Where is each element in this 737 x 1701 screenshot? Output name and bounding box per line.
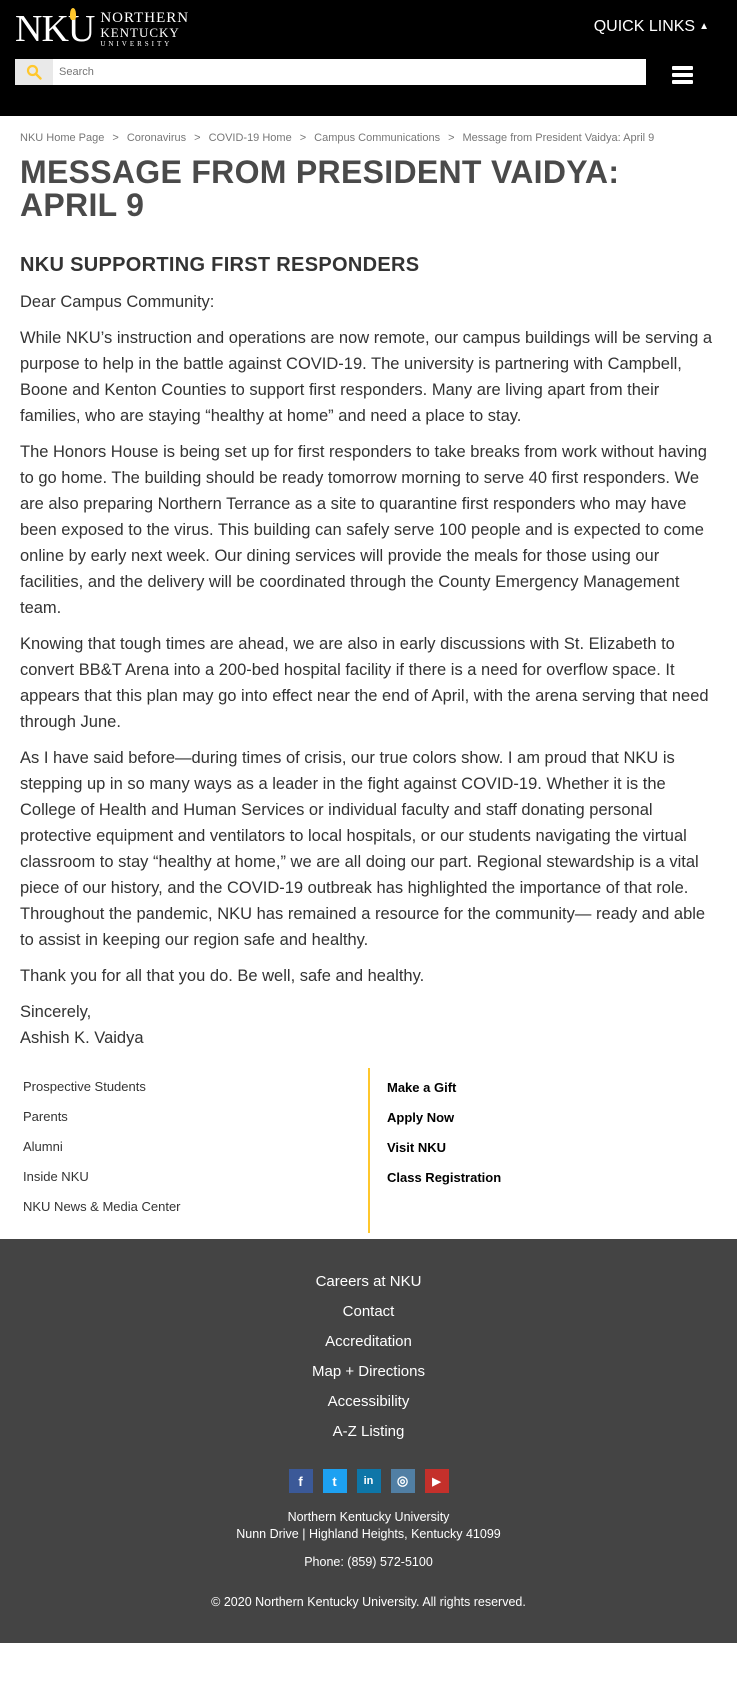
greeting: Dear Campus Community:	[20, 293, 215, 311]
footer-link-accessibility[interactable]: Accessibility	[0, 1387, 737, 1417]
link-parents[interactable]: Parents	[23, 1102, 368, 1132]
logo-mark: NKU	[15, 8, 95, 50]
twitter-icon[interactable]: t	[322, 1469, 347, 1493]
closing: Sincerely,	[20, 1003, 92, 1021]
copyright: © 2020 Northern Kentucky University. All…	[211, 1595, 526, 1609]
paragraph: As I have said before—during times of cr…	[20, 749, 706, 949]
breadcrumb-campus-communications[interactable]: Campus Communications	[314, 132, 440, 144]
phone-number: Phone: (859) 572-5100	[304, 1555, 433, 1569]
breadcrumb-covid-home[interactable]: COVID-19 Home	[209, 132, 292, 144]
breadcrumb-separator: >	[299, 132, 307, 144]
quick-links-button[interactable]: QUICK LINKS ▲	[594, 18, 709, 36]
footer-link-careers[interactable]: Careers at NKU	[0, 1267, 737, 1297]
paragraph: The Honors House is being set up for fir…	[20, 443, 707, 617]
instagram-icon[interactable]: ◎	[390, 1469, 415, 1493]
main-content: MESSAGE FROM PRESIDENT VAIDYA: APRIL 9 N…	[0, 156, 737, 1051]
breadcrumb: NKU Home Page > Coronavirus > COVID-19 H…	[0, 116, 737, 144]
quick-links-label: QUICK LINKS	[593, 18, 696, 35]
address-line: Nunn Drive | Highland Heights, Kentucky …	[236, 1527, 501, 1541]
breadcrumb-separator: >	[194, 132, 201, 144]
logo-wordmark: NORTHERN KENTUCKY UNIVERSITY	[100, 9, 190, 48]
article-subtitle: NKU SUPPORTING FIRST RESPONDERS	[20, 254, 420, 276]
youtube-icon[interactable]: ▶	[424, 1469, 449, 1493]
signature: Ashish K. Vaidya	[20, 1029, 144, 1047]
search-bar	[15, 59, 646, 85]
footer-link-contact[interactable]: Contact	[0, 1297, 737, 1327]
paragraph: Thank you for all that you do. Be well, …	[20, 967, 425, 985]
site-footer: Careers at NKU Contact Accreditation Map…	[0, 1239, 737, 1643]
address: Northern Kentucky University Nunn Drive …	[0, 1509, 737, 1543]
link-alumni[interactable]: Alumni	[23, 1132, 368, 1162]
menu-icon[interactable]	[672, 66, 693, 84]
social-links: f t in ◎ ▶	[0, 1469, 737, 1493]
footer-link-map-directions[interactable]: Map + Directions	[0, 1357, 737, 1387]
site-header: NKU NORTHERN KENTUCKY UNIVERSITY QUICK L…	[0, 0, 737, 116]
footer-link-az-listing[interactable]: A-Z Listing	[0, 1417, 737, 1447]
quick-link-columns: Prospective Students Parents Alumni Insi…	[0, 1068, 737, 1233]
breadcrumb-separator: >	[448, 132, 455, 144]
paragraph: While NKU’s instruction and operations a…	[20, 329, 713, 425]
audience-links: Prospective Students Parents Alumni Insi…	[20, 1068, 368, 1233]
breadcrumb-current[interactable]: Message from President Vaidya: April 9	[463, 132, 655, 144]
link-inside-nku[interactable]: Inside NKU	[23, 1162, 368, 1192]
breadcrumb-coronavirus[interactable]: Coronavirus	[127, 132, 186, 144]
link-prospective-students[interactable]: Prospective Students	[23, 1072, 368, 1102]
address-line: Northern Kentucky University	[287, 1510, 450, 1524]
linkedin-icon[interactable]: in	[356, 1469, 381, 1493]
search-input[interactable]	[53, 60, 646, 84]
page-title: MESSAGE FROM PRESIDENT VAIDYA: APRIL 9	[20, 154, 620, 223]
link-apply-now[interactable]: Apply Now	[387, 1103, 501, 1133]
breadcrumb-separator: >	[112, 132, 119, 144]
link-class-registration[interactable]: Class Registration	[387, 1163, 501, 1193]
action-links: Make a Gift Apply Now Visit NKU Class Re…	[370, 1068, 501, 1233]
footer-link-accreditation[interactable]: Accreditation	[0, 1327, 737, 1357]
flame-icon	[70, 8, 76, 20]
search-icon	[26, 64, 42, 80]
article-body: Dear Campus Community: While NKU’s instr…	[20, 289, 717, 1051]
search-button[interactable]	[15, 59, 53, 85]
nku-logo[interactable]: NKU NORTHERN KENTUCKY UNIVERSITY	[15, 8, 190, 50]
link-visit-nku[interactable]: Visit NKU	[387, 1133, 501, 1163]
breadcrumb-home[interactable]: NKU Home Page	[20, 132, 104, 144]
link-news-media-center[interactable]: NKU News & Media Center	[23, 1192, 368, 1222]
link-make-a-gift[interactable]: Make a Gift	[387, 1073, 501, 1103]
signature-block: Sincerely, Ashish K. Vaidya	[20, 999, 717, 1051]
footer-links: Careers at NKU Contact Accreditation Map…	[0, 1267, 737, 1447]
paragraph: Knowing that tough times are ahead, we a…	[20, 635, 709, 731]
caret-up-icon: ▲	[699, 21, 709, 32]
facebook-icon[interactable]: f	[288, 1469, 313, 1493]
